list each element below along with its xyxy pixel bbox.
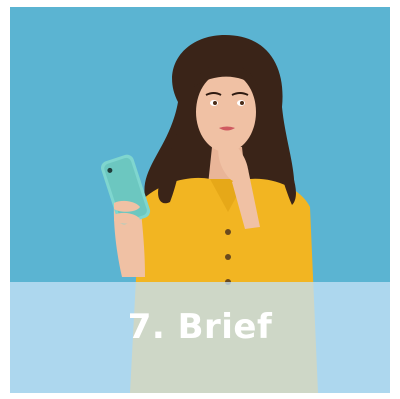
card-title: 7. Brief: [127, 307, 273, 347]
brief-card[interactable]: 7. Brief: [10, 7, 390, 393]
